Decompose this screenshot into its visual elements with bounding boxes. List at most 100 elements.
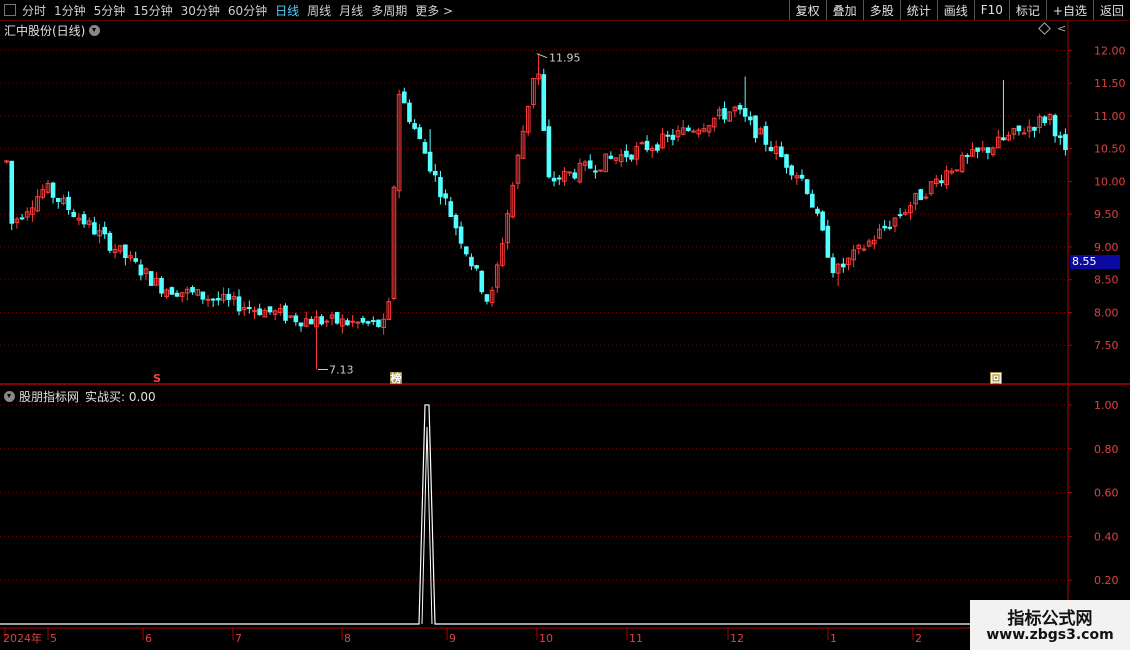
candle-body [985,147,991,153]
candle-body [298,322,304,327]
candle-body [371,320,376,323]
candle-body [1021,132,1027,135]
indicator-line [0,404,1068,625]
candle-body [133,258,139,262]
indicator-axis-label: 0.20 [1094,574,1119,587]
candle-body [309,318,314,325]
candle-body [1032,126,1037,131]
candle-body [629,154,634,160]
candle-body [458,226,464,244]
candle-body [810,193,815,208]
candle-body [484,294,490,302]
candle-body [768,146,774,152]
candle-body [417,127,423,140]
candle-body [975,147,980,152]
event-marker-0: S [153,372,161,385]
candle-body [438,176,443,198]
candle-body [355,321,361,324]
candle-body [9,160,15,224]
candle-body [453,214,459,229]
candle-body [293,315,299,323]
candle-body [365,321,371,324]
candle-body [55,197,61,202]
candle-body [200,291,206,300]
date-axis-label: 9 [449,632,456,645]
candle-body [412,123,417,129]
candle-body [247,307,252,310]
candle-body [216,298,221,301]
candle-body [50,182,56,198]
candle-body [66,196,71,211]
candle-body [401,91,407,104]
candle-body [427,151,433,172]
candle-body [407,102,412,123]
candle-body [324,320,330,323]
candle-body [4,160,9,163]
candle-body [670,134,676,140]
candle-body [19,217,25,220]
candle-body [804,179,810,194]
candle-body [448,201,454,217]
candle-body [624,150,629,158]
candle-body [267,306,273,313]
candle-body [169,287,175,295]
candle-body [463,246,469,255]
candle-body [820,211,825,231]
candle-body [102,226,108,235]
date-axis-label: 1 [830,632,837,645]
candle-body [1001,137,1006,141]
date-axis-label: 2024年 [3,631,42,645]
candle-body [443,193,448,199]
date-axis-label: 10 [539,632,553,645]
candle-body [593,170,598,173]
date-axis-label: 11 [629,632,643,645]
candle-body [918,189,924,201]
price-axis-label: 7.50 [1094,339,1119,352]
site-watermark: 指标公式网 www.zbgs3.com [970,600,1130,650]
candle-body [598,169,603,172]
candle-body [665,134,671,137]
candle-body [897,214,903,217]
candle-body [159,277,164,294]
indicator-axis-label: 1.00 [1094,399,1119,412]
candle-body [1052,115,1058,137]
candle-body [567,171,572,174]
candle-body [964,155,970,158]
candle-body [763,126,769,145]
candle-body [861,248,867,251]
candle-body [1057,135,1063,138]
candle-body [283,305,288,321]
candle-body [742,108,748,117]
candle-body [107,232,113,251]
candle-body [830,257,836,274]
candle-body [334,312,340,324]
candle-body [882,225,887,229]
candle-body [644,140,650,151]
candle-body [148,271,154,286]
candle-body [236,296,242,312]
candle-body [655,144,660,151]
candle-body [841,263,846,268]
candlestick-chart[interactable]: 12.0011.5011.0010.5010.009.509.008.508.0… [0,0,1130,650]
candle-body [92,222,97,235]
date-axis-label: 7 [235,632,242,645]
date-axis-label: 5 [50,632,57,645]
candle-body [376,319,381,328]
event-marker-2: 回 [991,371,1002,385]
candle-body [432,170,438,176]
candle-body [1063,134,1068,151]
current-price-tag: 8.55 [1070,255,1120,269]
candle-body [174,292,180,297]
indicator-axis-label: 0.80 [1094,443,1119,456]
candle-body [572,172,578,179]
low-annotation: 7.13 [329,363,354,376]
candle-body [753,115,758,139]
date-axis-label: 8 [344,632,351,645]
candle-body [205,298,211,301]
date-axis-label: 6 [145,632,152,645]
candle-body [556,177,562,180]
candle-body [138,264,144,276]
candle-body [551,177,557,182]
price-axis-label: 11.50 [1094,77,1126,90]
price-axis-label: 10.50 [1094,143,1126,156]
